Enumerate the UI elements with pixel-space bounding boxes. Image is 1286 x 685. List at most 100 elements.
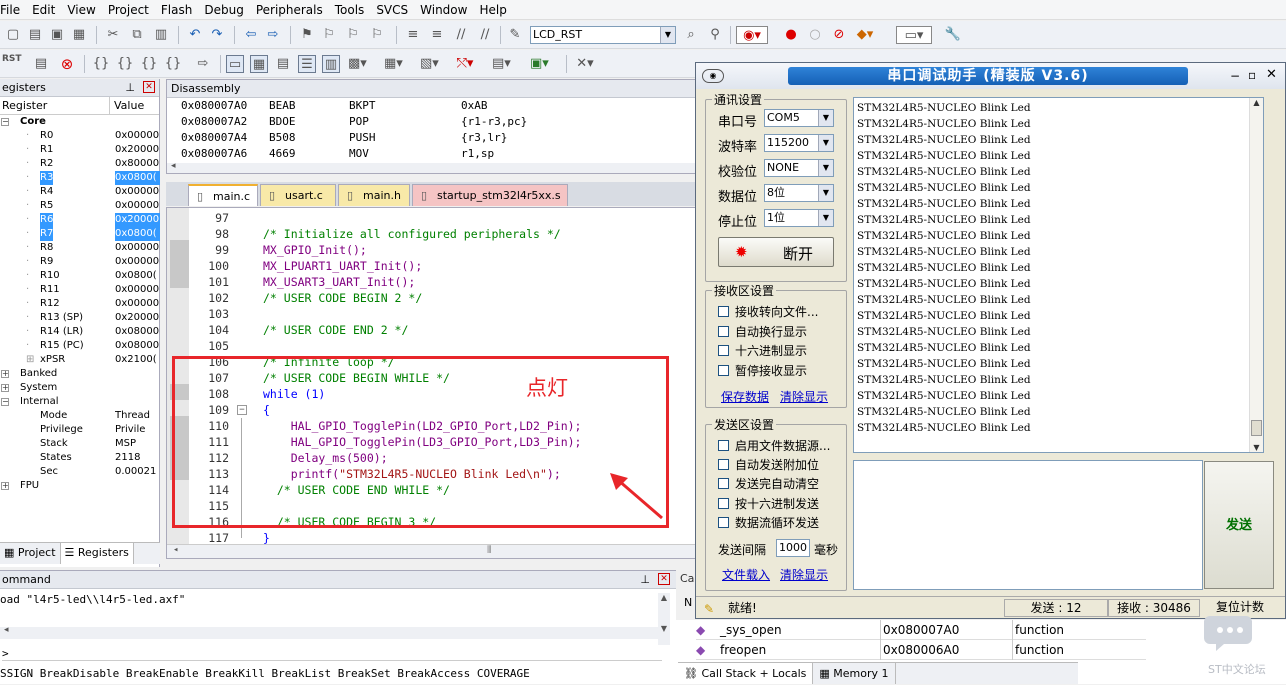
bookmark-icon[interactable]: ⚑ (298, 26, 316, 44)
register-row[interactable]: · R9 0x00000 (0, 255, 159, 269)
trace-window-icon[interactable]: ▤▾ (492, 55, 511, 73)
command-input[interactable]: > (2, 647, 662, 661)
code-line[interactable]: 105 (167, 338, 695, 354)
rx-option-checkbox[interactable]: 暂停接收显示 (718, 364, 807, 378)
code-line[interactable]: 103 (167, 306, 695, 322)
pin-icon[interactable]: ⊥ (640, 571, 650, 589)
clear-display-link[interactable]: 清除显示 (780, 388, 828, 405)
open-folder-icon[interactable]: ▤ (26, 26, 44, 44)
group-system[interactable]: + System (0, 381, 159, 395)
tx-option-checkbox[interactable]: 发送完自动清空 (718, 477, 819, 491)
disassembly-line[interactable]: 0x080007A6 4669 MOV r1,sp (181, 146, 695, 162)
scroll-left-icon[interactable]: ◂ (171, 161, 176, 171)
toolbox-icon[interactable]: ✕▾ (576, 55, 594, 73)
new-file-icon[interactable]: ▢ (4, 26, 22, 44)
tab-call-stack[interactable]: ⛓ Call Stack + Locals (678, 663, 814, 684)
bookmark-prev-icon[interactable]: ⚐ (320, 26, 338, 44)
target-combo[interactable]: LCD_RST ▼ (530, 26, 676, 44)
disassembly-line[interactable]: 0x080007A0 BEAB BKPT 0xAB (181, 98, 695, 114)
register-row[interactable]: · R12 0x00000 (0, 297, 159, 311)
code-line[interactable]: 100 MX_LPUART1_UART_Init(); (167, 258, 695, 274)
expand-icon[interactable]: + (1, 482, 9, 490)
breakpoint-insert-icon[interactable]: ● (782, 26, 800, 44)
step-over-icon[interactable]: {} (116, 55, 134, 73)
menu-file[interactable]: File (0, 0, 26, 20)
find-icon[interactable]: ⌕ (682, 26, 700, 44)
data-bits-select[interactable]: 8位 ▼ (764, 184, 834, 202)
register-row[interactable]: · R4 0x00000 (0, 185, 159, 199)
symbols-window-icon[interactable]: ▤ (274, 55, 292, 73)
rx-option-checkbox[interactable]: 自动换行显示 (718, 325, 807, 339)
breakpoint-enable-icon[interactable]: ○ (806, 26, 824, 44)
register-row[interactable]: · R0 0x00000 (0, 129, 159, 143)
group-banked[interactable]: + Banked (0, 367, 159, 381)
stop-icon[interactable]: ⊗ (58, 55, 76, 73)
scroll-down-icon[interactable]: ▼ (1250, 443, 1263, 452)
register-row[interactable]: · R1 0x20000 (0, 143, 159, 157)
scroll-up-icon[interactable]: ▲ (1250, 98, 1263, 107)
receive-text-area[interactable]: STM32L4R5-NUCLEO Blink Led STM32L4R5-NUCL… (853, 97, 1264, 453)
undo-icon[interactable]: ↶ (186, 26, 204, 44)
menu-debug[interactable]: Debug (198, 0, 249, 20)
call-stack-row[interactable]: ◆ freopen 0x080006A0 function (696, 640, 1146, 660)
register-row[interactable]: · R14 (LR) 0x08000 (0, 325, 159, 339)
internal-row[interactable]: Stack MSP (0, 437, 159, 451)
close-icon[interactable]: ✕ (143, 81, 155, 93)
serial-window-icon[interactable]: ▧▾ (420, 55, 439, 73)
reset-icon[interactable]: RST (2, 55, 22, 73)
disconnect-button[interactable]: ✹ 断开 (718, 237, 834, 267)
register-row[interactable]: ⊞ xPSR 0x2100( (0, 353, 159, 367)
rx-option-checkbox[interactable]: 接收转向文件... (718, 305, 818, 319)
show-next-statement-icon[interactable]: ⇨ (194, 55, 212, 73)
group-fpu[interactable]: + FPU (0, 479, 159, 493)
close-icon[interactable]: ✕ (658, 573, 670, 585)
tx-option-checkbox[interactable]: 数据流循环发送 (718, 516, 819, 530)
register-row[interactable]: · R8 0x00000 (0, 241, 159, 255)
register-row[interactable]: · R6 0x20000 (0, 213, 160, 227)
baud-select[interactable]: 115200 ▼ (764, 134, 834, 152)
system-viewer-icon[interactable]: ▣▾ (530, 55, 549, 73)
code-line[interactable]: 97 (167, 210, 695, 226)
collapse-icon[interactable]: − (1, 118, 9, 126)
tx-option-checkbox[interactable]: 自动发送附加位 (718, 458, 819, 472)
register-row[interactable]: · R3 0x0800( (0, 171, 160, 185)
code-line[interactable]: 101 MX_USART3_UART_Init(); (167, 274, 695, 290)
menu-flash[interactable]: Flash (155, 0, 198, 20)
configure-icon[interactable]: 🔧 (944, 26, 962, 44)
uncomment-icon[interactable]: ∕∕ (476, 26, 494, 44)
disassembly-line[interactable]: 0x080007A4 B508 PUSH {r3,lr} (181, 130, 695, 146)
register-row[interactable]: · R7 0x0800( (0, 227, 160, 241)
load-file-link[interactable]: 文件载入 (722, 566, 770, 583)
group-core[interactable]: − Core (0, 115, 159, 129)
internal-row[interactable]: Sec 0.00021 (0, 465, 159, 479)
tab-memory[interactable]: ▦ Memory 1 (813, 663, 896, 684)
incremental-find-icon[interactable]: ⚲ (706, 26, 724, 44)
rx-option-checkbox[interactable]: 十六进制显示 (718, 344, 807, 358)
tx-option-checkbox[interactable]: 按十六进制发送 (718, 497, 819, 511)
internal-row[interactable]: States 2118 (0, 451, 159, 465)
menu-project[interactable]: Project (102, 0, 155, 20)
pin-icon[interactable]: ⊥ (125, 79, 135, 97)
stop-bits-select[interactable]: 1位 ▼ (764, 209, 834, 227)
menu-view[interactable]: View (61, 0, 101, 20)
tab-startup[interactable]: ▯ startup_stm32l4r5xx.s (412, 184, 568, 206)
registers-window-icon[interactable]: ☰ (298, 55, 316, 73)
code-line[interactable]: 98 /* Initialize all configured periphera… (167, 226, 695, 242)
register-row[interactable]: · R5 0x00000 (0, 199, 159, 213)
nav-back-icon[interactable]: ⇦ (242, 26, 260, 44)
collapse-icon[interactable]: − (1, 398, 9, 406)
call-stack-window-icon[interactable]: ▥ (322, 55, 340, 73)
scroll-left-icon[interactable]: ◂ (173, 545, 178, 555)
send-text-area[interactable] (853, 460, 1203, 590)
code-line[interactable]: 99 MX_GPIO_Init(); (167, 242, 695, 258)
group-internal[interactable]: − Internal (0, 395, 159, 409)
maximize-icon[interactable]: ▫ (1248, 68, 1256, 82)
debug-session-icon[interactable]: ◉▾ (736, 26, 768, 44)
breakpoint-kill-all-icon[interactable]: ◆▾ (856, 26, 874, 44)
run-icon[interactable]: ▤ (32, 55, 50, 73)
scroll-up-icon[interactable]: ▲ (658, 593, 670, 602)
scroll-left-icon[interactable]: ◂ (4, 625, 9, 635)
window-layout-icon[interactable]: ▭▾ (896, 26, 932, 44)
comment-icon[interactable]: ∕∕ (452, 26, 470, 44)
disassembly-window-icon[interactable]: ▦ (250, 55, 268, 73)
